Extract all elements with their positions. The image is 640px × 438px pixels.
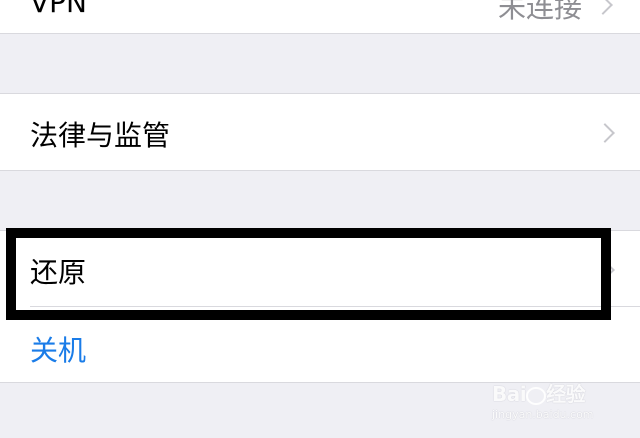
watermark-brand-left: Bai	[492, 382, 527, 406]
reset-row[interactable]: 还原	[0, 231, 640, 307]
legal-chevron-right-icon	[595, 123, 615, 143]
vpn-status-value: 未连接	[497, 0, 582, 24]
reset-chevron-right-icon	[595, 260, 615, 280]
divider	[0, 33, 640, 34]
reset-label: 还原	[30, 256, 87, 289]
baidu-jingyan-watermark: Bai 经验 jingyan.baidu.com	[490, 372, 620, 428]
shutdown-row[interactable]: 关机	[0, 307, 640, 382]
vpn-row[interactable]: VPN 未连接	[0, 0, 640, 33]
divider	[0, 170, 640, 171]
vpn-label: VPN	[30, 0, 87, 19]
legal-regulatory-label: 法律与监管	[30, 119, 171, 152]
watermark-domain: jingyan.baidu.com	[492, 408, 594, 421]
paw-icon	[526, 386, 547, 405]
legal-regulatory-row[interactable]: 法律与监管	[0, 94, 640, 170]
vpn-chevron-right-icon	[593, 0, 613, 15]
shutdown-label: 关机	[30, 334, 87, 367]
watermark-brand-right: 经验	[546, 382, 586, 406]
